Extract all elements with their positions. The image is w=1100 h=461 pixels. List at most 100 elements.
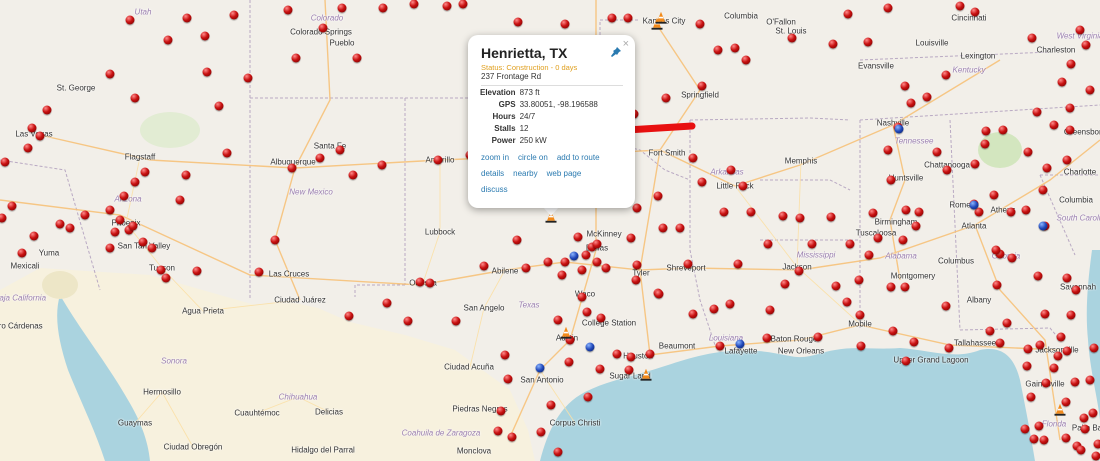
supercharger-marker-icon[interactable] xyxy=(291,53,301,63)
supercharger-marker-icon[interactable] xyxy=(787,33,797,43)
supercharger-marker-icon[interactable] xyxy=(1032,107,1042,117)
supercharger-marker-icon[interactable] xyxy=(873,233,883,243)
supercharger-marker-icon[interactable] xyxy=(826,212,836,222)
supercharger-marker-icon[interactable] xyxy=(425,278,435,288)
supercharger-marker-icon[interactable] xyxy=(283,5,293,15)
supercharger-marker-icon[interactable] xyxy=(631,275,641,285)
supercharger-marker-icon[interactable] xyxy=(287,163,297,173)
supercharger-marker-icon[interactable] xyxy=(1088,408,1098,418)
supercharger-marker-icon[interactable] xyxy=(886,282,896,292)
supercharger-marker-icon[interactable] xyxy=(900,81,910,91)
supercharger-marker-icon[interactable] xyxy=(344,311,354,321)
supercharger-marker-icon[interactable] xyxy=(654,289,664,299)
supercharger-marker-icon[interactable] xyxy=(765,305,775,315)
add-to-route-link[interactable]: add to route xyxy=(557,153,600,162)
supercharger-marker-icon[interactable] xyxy=(451,316,461,326)
close-icon[interactable]: × xyxy=(623,38,629,50)
supercharger-marker-icon[interactable] xyxy=(560,19,570,29)
supercharger-marker-icon[interactable] xyxy=(901,205,911,215)
supercharger-marker-icon[interactable] xyxy=(762,333,772,343)
supercharger-marker-icon[interactable] xyxy=(1061,433,1071,443)
supercharger-marker-icon[interactable] xyxy=(512,235,522,245)
supercharger-marker-icon[interactable] xyxy=(577,292,587,302)
supercharger-marker-icon[interactable] xyxy=(906,98,916,108)
supercharger-marker-icon[interactable] xyxy=(763,239,773,249)
supercharger-marker-icon[interactable] xyxy=(932,147,942,157)
supercharger-marker-icon[interactable] xyxy=(557,270,567,280)
supercharger-marker-icon[interactable] xyxy=(335,145,345,155)
supercharger-marker-icon[interactable] xyxy=(415,277,425,287)
zoom-in-link[interactable]: zoom in xyxy=(481,153,509,162)
supercharger-marker-icon[interactable] xyxy=(709,304,719,314)
supercharger-marker-icon[interactable] xyxy=(582,307,592,317)
supercharger-marker-icon[interactable] xyxy=(577,265,587,275)
supercharger-marker-icon[interactable] xyxy=(409,0,419,9)
supercharger-marker-icon[interactable] xyxy=(442,1,452,11)
permit-marker-icon[interactable] xyxy=(894,124,904,134)
supercharger-marker-icon[interactable] xyxy=(553,315,563,325)
supercharger-marker-icon[interactable] xyxy=(942,165,952,175)
construction-cone-icon[interactable] xyxy=(655,11,667,24)
supercharger-marker-icon[interactable] xyxy=(581,250,591,260)
supercharger-marker-icon[interactable] xyxy=(813,332,823,342)
supercharger-marker-icon[interactable] xyxy=(632,260,642,270)
supercharger-marker-icon[interactable] xyxy=(553,447,563,457)
supercharger-marker-icon[interactable] xyxy=(626,233,636,243)
supercharger-marker-icon[interactable] xyxy=(1022,361,1032,371)
supercharger-marker-icon[interactable] xyxy=(382,298,392,308)
supercharger-marker-icon[interactable] xyxy=(536,427,546,437)
supercharger-marker-icon[interactable] xyxy=(697,177,707,187)
supercharger-marker-icon[interactable] xyxy=(909,337,919,347)
supercharger-marker-icon[interactable] xyxy=(105,69,115,79)
supercharger-marker-icon[interactable] xyxy=(843,9,853,19)
supercharger-marker-icon[interactable] xyxy=(1091,451,1100,461)
pin-icon[interactable] xyxy=(610,46,622,58)
supercharger-marker-icon[interactable] xyxy=(140,167,150,177)
supercharger-marker-icon[interactable] xyxy=(1053,351,1063,361)
supercharger-marker-icon[interactable] xyxy=(128,221,138,231)
supercharger-marker-icon[interactable] xyxy=(147,243,157,253)
supercharger-marker-icon[interactable] xyxy=(1071,285,1081,295)
supercharger-marker-icon[interactable] xyxy=(65,223,75,233)
supercharger-marker-icon[interactable] xyxy=(1089,343,1099,353)
supercharger-marker-icon[interactable] xyxy=(1062,273,1072,283)
supercharger-marker-icon[interactable] xyxy=(573,232,583,242)
supercharger-marker-icon[interactable] xyxy=(1034,421,1044,431)
supercharger-marker-icon[interactable] xyxy=(981,126,991,136)
supercharger-marker-icon[interactable] xyxy=(901,356,911,366)
supercharger-marker-icon[interactable] xyxy=(270,235,280,245)
construction-cone-icon[interactable] xyxy=(640,368,652,381)
supercharger-marker-icon[interactable] xyxy=(352,53,362,63)
supercharger-marker-icon[interactable] xyxy=(1040,309,1050,319)
supercharger-marker-icon[interactable] xyxy=(315,153,325,163)
supercharger-marker-icon[interactable] xyxy=(623,13,633,23)
supercharger-marker-icon[interactable] xyxy=(1057,77,1067,87)
supercharger-marker-icon[interactable] xyxy=(883,145,893,155)
supercharger-marker-icon[interactable] xyxy=(1066,59,1076,69)
supercharger-marker-icon[interactable] xyxy=(607,13,617,23)
circle-on-link[interactable]: circle on xyxy=(518,153,548,162)
supercharger-marker-icon[interactable] xyxy=(1029,434,1039,444)
supercharger-marker-icon[interactable] xyxy=(42,105,52,115)
supercharger-marker-icon[interactable] xyxy=(115,215,125,225)
supercharger-marker-icon[interactable] xyxy=(1023,147,1033,157)
supercharger-marker-icon[interactable] xyxy=(845,239,855,249)
supercharger-marker-icon[interactable] xyxy=(645,349,655,359)
supercharger-marker-icon[interactable] xyxy=(200,31,210,41)
supercharger-marker-icon[interactable] xyxy=(695,19,705,29)
supercharger-marker-icon[interactable] xyxy=(828,39,838,49)
supercharger-marker-icon[interactable] xyxy=(1038,185,1048,195)
supercharger-marker-icon[interactable] xyxy=(181,170,191,180)
supercharger-marker-icon[interactable] xyxy=(1041,378,1051,388)
supercharger-marker-icon[interactable] xyxy=(719,207,729,217)
supercharger-marker-icon[interactable] xyxy=(898,235,908,245)
discuss-link[interactable]: discuss xyxy=(481,185,508,194)
supercharger-marker-icon[interactable] xyxy=(1070,377,1080,387)
supercharger-marker-icon[interactable] xyxy=(1020,424,1030,434)
supercharger-marker-icon[interactable] xyxy=(1093,439,1100,449)
supercharger-marker-icon[interactable] xyxy=(778,211,788,221)
supercharger-marker-icon[interactable] xyxy=(1006,207,1016,217)
supercharger-marker-icon[interactable] xyxy=(595,364,605,374)
supercharger-marker-icon[interactable] xyxy=(911,221,921,231)
supercharger-marker-icon[interactable] xyxy=(243,73,253,83)
